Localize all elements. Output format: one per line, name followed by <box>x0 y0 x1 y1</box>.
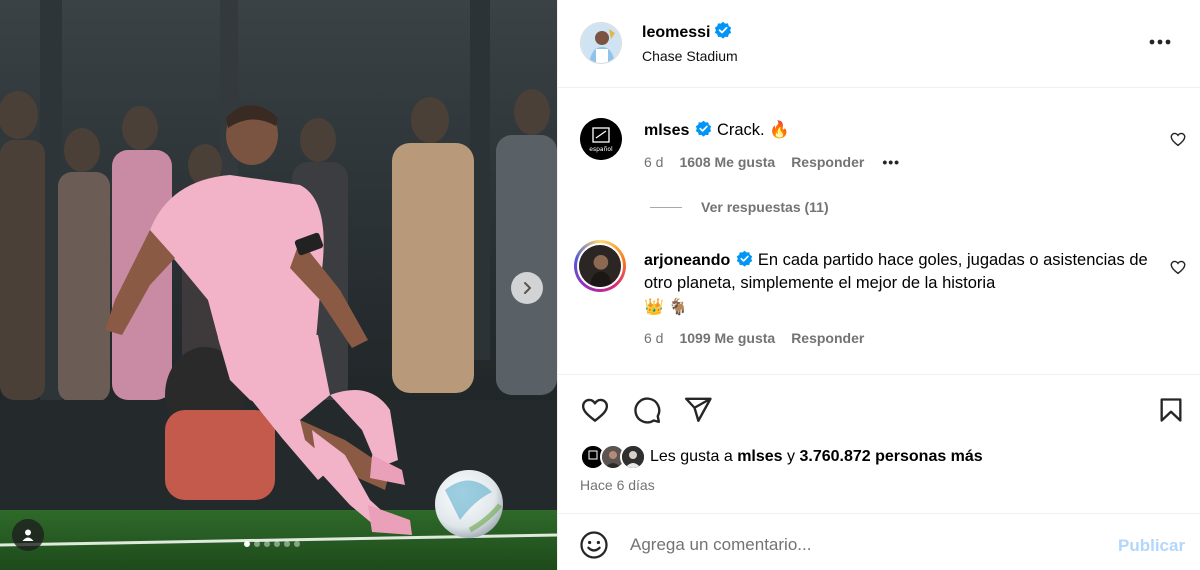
post-details-panel: leomessi Chase Stadium español mlses Cra… <box>557 0 1200 570</box>
save-button[interactable] <box>1154 393 1188 427</box>
comment-emoji: 👑 🐐 <box>644 299 689 316</box>
author-username[interactable]: leomessi <box>642 21 732 42</box>
likes-connector: y <box>787 448 796 465</box>
post-location[interactable]: Chase Stadium <box>642 48 738 64</box>
comment-button[interactable] <box>630 393 664 427</box>
likes-summary: Les gusta a mlses y 3.760.872 personas m… <box>580 444 983 470</box>
smiley-icon[interactable] <box>579 530 609 560</box>
comment-body: Crack. 🔥 <box>716 121 790 139</box>
post-header: leomessi Chase Stadium <box>558 0 1200 88</box>
share-button[interactable] <box>681 393 715 427</box>
post-media[interactable] <box>0 0 557 570</box>
carousel-dot <box>294 541 300 547</box>
view-replies-button[interactable]: Ver respuestas (11) <box>650 199 829 215</box>
tagged-users-button[interactable] <box>12 519 44 551</box>
carousel-dot <box>264 541 270 547</box>
like-button[interactable] <box>578 393 612 427</box>
comment-age[interactable]: 6 d <box>644 330 663 346</box>
comment-like-heart-icon[interactable] <box>1169 258 1187 276</box>
post-actions-bar <box>558 374 1200 424</box>
carousel-dot <box>254 541 260 547</box>
comment-like-heart-icon[interactable] <box>1169 130 1187 148</box>
carousel-dot <box>284 541 290 547</box>
next-slide-button[interactable] <box>511 272 543 304</box>
comment-input[interactable] <box>630 530 1070 560</box>
comment-options-button[interactable]: ••• <box>882 154 900 170</box>
post-options-button[interactable] <box>1142 32 1178 52</box>
post-photo <box>0 0 557 570</box>
comment-likes[interactable]: 1099 Me gusta <box>679 330 775 346</box>
replies-divider <box>650 206 682 208</box>
comment-likes[interactable]: 1608 Me gusta <box>679 154 775 170</box>
comment-username[interactable]: arjoneando <box>644 252 730 269</box>
reply-button[interactable]: Responder <box>791 154 864 170</box>
comment-username[interactable]: mlses <box>644 122 689 139</box>
likes-prefix: Les gusta a <box>650 448 733 465</box>
heart-icon <box>581 398 609 422</box>
post-timestamp[interactable]: Hace 6 días <box>580 477 655 493</box>
verified-badge-icon <box>715 21 732 39</box>
chevron-right-icon <box>524 282 531 294</box>
view-replies-label[interactable]: Ver respuestas (11) <box>701 199 829 215</box>
author-username-text[interactable]: leomessi <box>642 24 710 41</box>
likes-first-user[interactable]: mlses <box>737 448 782 466</box>
author-avatar[interactable] <box>580 22 622 64</box>
likes-others[interactable]: 3.760.872 personas más <box>799 448 982 466</box>
svg-text:español: español <box>589 146 613 153</box>
carousel-dot <box>274 541 280 547</box>
carousel-dot <box>244 541 250 547</box>
carousel-indicator <box>244 541 300 547</box>
comment-age[interactable]: 6 d <box>644 154 663 170</box>
reply-button[interactable]: Responder <box>791 330 864 346</box>
comment-text: mlses Crack. 🔥 <box>644 119 1164 142</box>
comment-text: arjoneando En cada partido hace goles, j… <box>644 249 1154 319</box>
bookmark-icon <box>1160 398 1182 422</box>
user-tag-icon <box>22 529 34 541</box>
verified-badge-icon <box>737 250 753 267</box>
comment-icon <box>634 397 661 424</box>
more-horizontal-icon <box>1149 39 1171 45</box>
liker-avatar[interactable] <box>620 444 646 470</box>
paper-plane-icon <box>684 397 712 422</box>
comment-composer: Publicar <box>558 513 1200 570</box>
verified-badge-icon <box>696 120 712 137</box>
liker-avatars[interactable] <box>580 444 646 470</box>
commenter-avatar[interactable] <box>574 240 626 292</box>
commenter-avatar[interactable]: español <box>580 118 622 160</box>
publish-button[interactable]: Publicar <box>1118 536 1185 556</box>
comment-meta: 6 d 1099 Me gusta Responder <box>644 330 880 346</box>
comment-meta: 6 d 1608 Me gusta Responder ••• <box>644 154 916 170</box>
